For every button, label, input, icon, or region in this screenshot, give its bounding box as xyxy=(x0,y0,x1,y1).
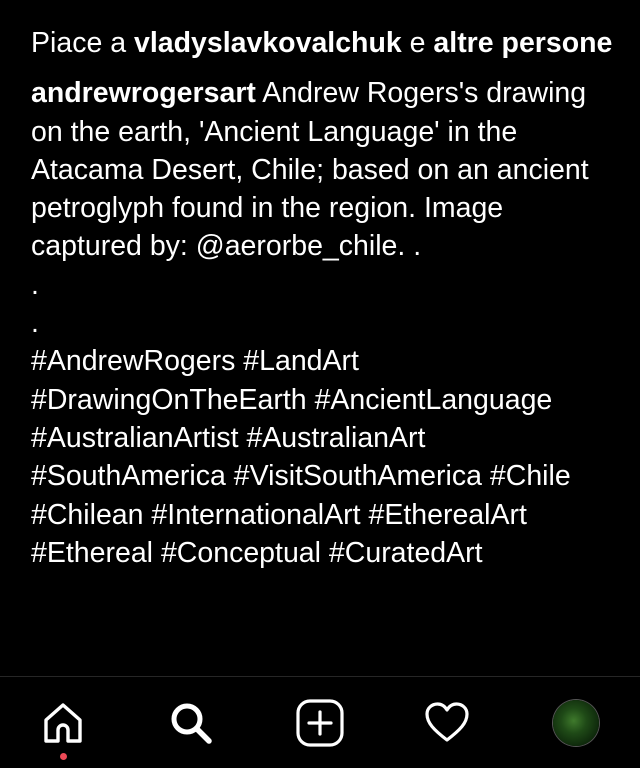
tab-new-post[interactable] xyxy=(292,695,348,751)
hashtag-link[interactable]: #VisitSouthAmerica xyxy=(234,460,482,492)
hashtag-link[interactable]: #EtherealArt xyxy=(368,499,526,531)
home-notification-dot xyxy=(60,753,67,760)
hashtag-link[interactable]: #LandArt xyxy=(243,345,359,377)
hashtag-list: #AndrewRogers #LandArt #DrawingOnTheEart… xyxy=(31,342,621,572)
likes-summary: Piace a vladyslavkovalchuk e altre perso… xyxy=(31,24,621,62)
search-icon xyxy=(171,703,212,744)
hashtag-link[interactable]: #Chile xyxy=(490,460,571,492)
hashtag-link[interactable]: #Chilean xyxy=(31,499,144,531)
caption-username-link[interactable]: andrewrogersart xyxy=(31,77,256,109)
avatar xyxy=(553,700,599,746)
hashtag-link[interactable]: #InternationalArt xyxy=(151,499,360,531)
tab-search[interactable] xyxy=(163,695,219,751)
tab-profile[interactable] xyxy=(548,695,604,751)
tab-activity[interactable] xyxy=(419,695,475,751)
post-caption-area: Piace a vladyslavkovalchuk e altre perso… xyxy=(31,24,621,676)
caption: andrewrogersart Andrew Rogers's drawing … xyxy=(31,74,621,572)
tab-home[interactable] xyxy=(35,695,91,751)
likes-others-link[interactable]: altre persone xyxy=(433,27,612,59)
heart-icon xyxy=(425,702,469,742)
likes-prefix: Piace a xyxy=(31,27,134,59)
hashtag-link[interactable]: #Ethereal xyxy=(31,537,153,569)
hashtag-link[interactable]: #AncientLanguage xyxy=(315,384,553,416)
hashtag-link[interactable]: #SouthAmerica xyxy=(31,460,226,492)
new-post-icon xyxy=(296,699,344,747)
hashtag-link[interactable]: #AustralianArtist xyxy=(31,422,239,454)
hashtag-link[interactable]: #CuratedArt xyxy=(329,537,483,569)
likes-connector: e xyxy=(401,27,434,59)
liked-by-user-link[interactable]: vladyslavkovalchuk xyxy=(134,27,402,59)
bottom-tab-bar xyxy=(0,676,640,768)
hashtag-link[interactable]: #Conceptual xyxy=(161,537,321,569)
hashtag-link[interactable]: #AustralianArt xyxy=(246,422,425,454)
hashtag-link[interactable]: #DrawingOnTheEarth xyxy=(31,384,307,416)
caption-text: Andrew Rogers's drawing on the earth, 'A… xyxy=(31,77,589,340)
home-icon xyxy=(44,703,82,743)
hashtag-link[interactable]: #AndrewRogers xyxy=(31,345,235,377)
